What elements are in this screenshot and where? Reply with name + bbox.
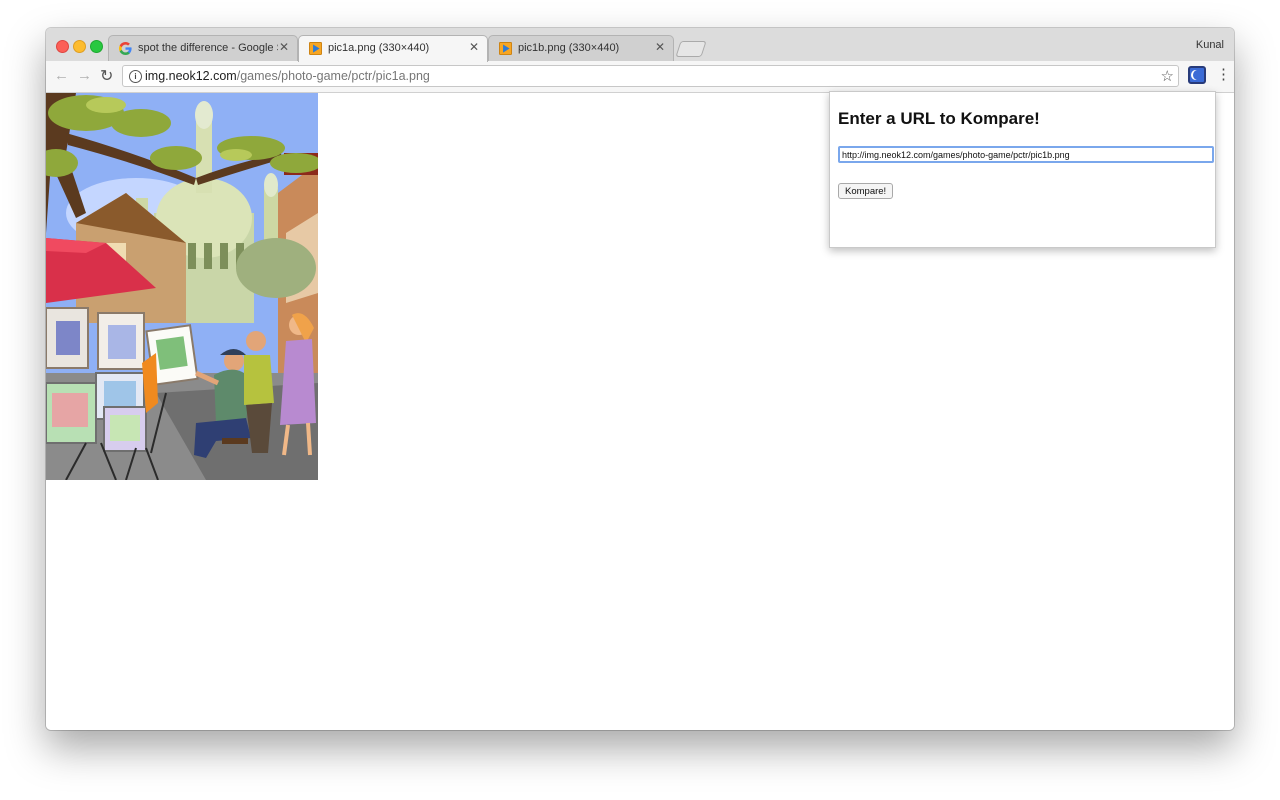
tab-google-search[interactable]: spot the difference - Google S ✕: [108, 35, 298, 61]
tab-close-icon[interactable]: ✕: [469, 40, 479, 54]
tab-title: pic1a.png (330×440): [328, 42, 430, 54]
menu-dots-icon[interactable]: ⋮: [1216, 67, 1231, 82]
tab-pic1a[interactable]: pic1a.png (330×440) ✕: [298, 35, 488, 62]
compare-url-input[interactable]: [838, 146, 1214, 163]
tab-close-icon[interactable]: ✕: [655, 40, 665, 54]
google-icon: [119, 42, 132, 55]
browser-window: spot the difference - Google S ✕ pic1a.p…: [46, 28, 1234, 730]
address-bar[interactable]: i img.neok12.com/games/photo-game/pctr/p…: [122, 65, 1179, 87]
reload-icon[interactable]: ↻: [100, 66, 113, 86]
montmartre-painting-image: [46, 93, 318, 480]
kompare-popup: Enter a URL to Kompare! Kompare!: [829, 91, 1216, 248]
close-window-button[interactable]: [56, 40, 69, 53]
kompare-button[interactable]: Kompare!: [838, 183, 894, 199]
back-arrow-icon[interactable]: ←: [54, 67, 69, 84]
forward-arrow-icon[interactable]: →: [77, 67, 92, 84]
info-icon[interactable]: i: [129, 70, 142, 83]
image-icon: [499, 42, 512, 55]
kompare-extension-icon[interactable]: [1188, 66, 1206, 84]
minimize-window-button[interactable]: [73, 40, 86, 53]
new-tab-button[interactable]: [675, 41, 707, 57]
popup-heading: Enter a URL to Kompare!: [838, 109, 1040, 128]
zoom-window-button[interactable]: [90, 40, 103, 53]
tab-pic1b[interactable]: pic1b.png (330×440) ✕: [488, 35, 674, 61]
tab-title: spot the difference - Google S: [138, 42, 278, 54]
tab-strip: spot the difference - Google S ✕ pic1a.p…: [46, 28, 1234, 62]
profile-name[interactable]: Kunal: [1196, 39, 1224, 51]
browser-toolbar: ← → ↻ i img.neok12.com/games/photo-game/…: [46, 61, 1234, 93]
tab-close-icon[interactable]: ✕: [279, 40, 289, 54]
tab-title: pic1b.png (330×440): [518, 42, 620, 54]
address-url[interactable]: img.neok12.com/games/photo-game/pctr/pic…: [145, 69, 430, 83]
bookmark-star-icon[interactable]: ☆: [1161, 67, 1174, 85]
image-icon: [309, 42, 322, 55]
